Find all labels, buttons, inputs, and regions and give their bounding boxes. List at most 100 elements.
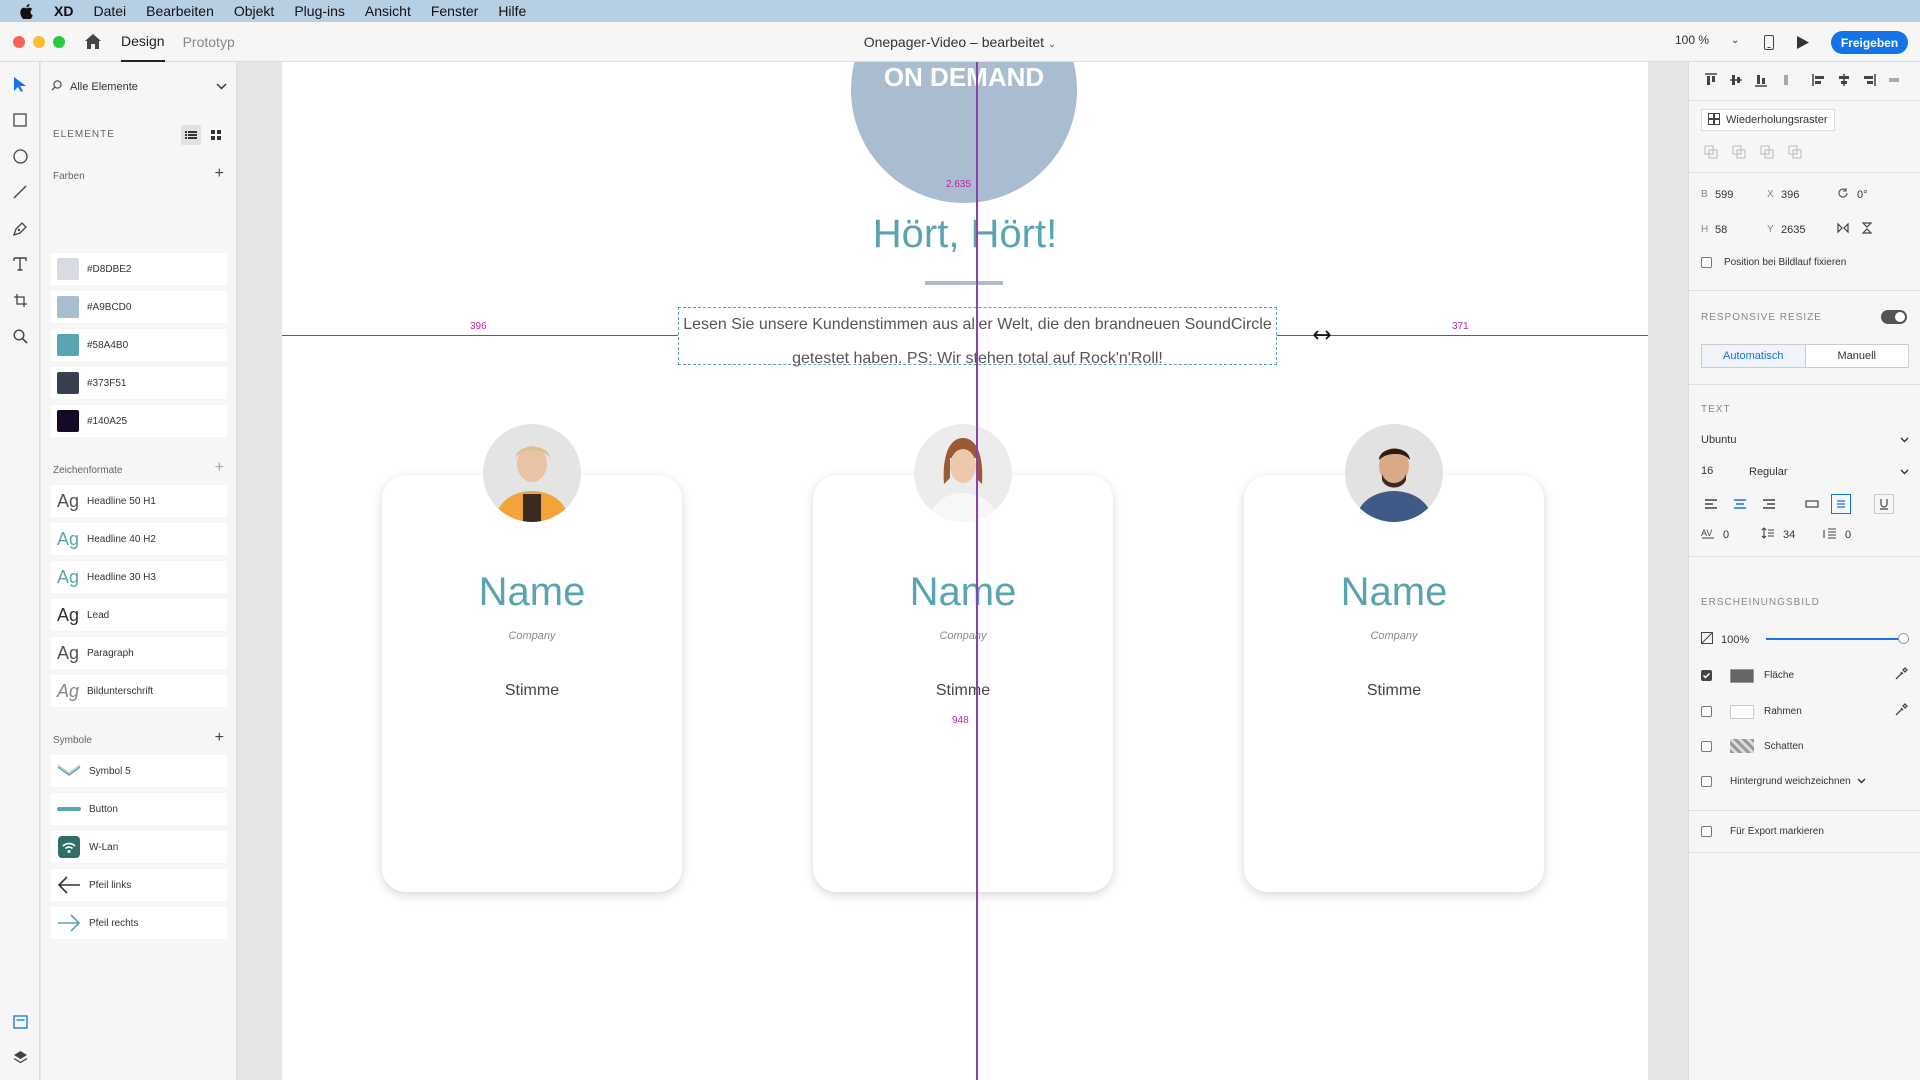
headline-divider[interactable] (925, 281, 1003, 285)
card-company[interactable]: Company (813, 630, 1113, 642)
assets-filter[interactable]: Alle Elemente (51, 75, 227, 99)
device-preview-icon[interactable] (1760, 33, 1778, 51)
opacity-slider-knob[interactable] (1898, 633, 1909, 644)
symbol-row[interactable]: Button (51, 793, 227, 825)
maximize-window-button[interactable] (53, 35, 65, 48)
manual-button[interactable]: Manuell (1806, 345, 1909, 367)
opacity-slider[interactable] (1766, 633, 1909, 644)
x-field[interactable]: 396 (1781, 189, 1837, 201)
opacity-field[interactable]: 100% (1721, 634, 1749, 646)
close-window-button[interactable] (13, 35, 25, 48)
card-quote[interactable]: Stimme (813, 682, 1113, 700)
paragraph-spacing-field[interactable]: 0 (1845, 529, 1851, 541)
avatar[interactable] (1345, 424, 1443, 522)
menu-hilfe[interactable]: Hilfe (498, 3, 526, 19)
underline-icon[interactable] (1874, 494, 1894, 514)
color-swatch-row[interactable]: #140A25 (51, 405, 227, 437)
symbol-row[interactable]: Pfeil rechts (51, 907, 227, 939)
text-tool-icon[interactable] (10, 254, 30, 274)
rectangle-tool-icon[interactable] (10, 110, 30, 130)
export-checkbox[interactable] (1701, 826, 1712, 837)
fix-position-checkbox[interactable] (1701, 257, 1712, 268)
document-title[interactable]: Onepager-Video – bearbeitet ⌄ (864, 34, 1057, 50)
auto-button[interactable]: Automatisch (1702, 345, 1806, 367)
menu-fenster[interactable]: Fenster (431, 3, 478, 19)
design-canvas[interactable]: ON DEMAND Hört, Hört! Lesen Sie unsere K… (237, 62, 1688, 1080)
ellipse-tool-icon[interactable] (10, 146, 30, 166)
avatar[interactable] (483, 424, 581, 522)
text-align-left-icon[interactable] (1701, 494, 1721, 514)
share-button[interactable]: Freigeben (1831, 31, 1908, 54)
play-icon[interactable] (1794, 33, 1812, 51)
font-family-select[interactable]: Ubuntu (1701, 430, 1909, 450)
border-checkbox[interactable] (1701, 706, 1712, 717)
distribute-horizontal-icon[interactable] (1884, 70, 1904, 90)
section-headline[interactable]: Hört, Hört! (282, 212, 1648, 257)
list-view-icon[interactable] (181, 125, 201, 145)
distribute-vertical-icon[interactable] (1776, 70, 1796, 90)
text-align-right-icon[interactable] (1759, 494, 1779, 514)
color-swatch-row[interactable]: #D8DBE2 (51, 253, 227, 285)
card-company[interactable]: Company (382, 630, 682, 642)
char-style-row[interactable]: Ag Headline 40 H2 (51, 523, 227, 555)
card-quote[interactable]: Stimme (1244, 682, 1544, 700)
color-swatch-row[interactable]: #373F51 (51, 367, 227, 399)
boolean-intersect-icon[interactable] (1757, 142, 1777, 162)
avatar[interactable] (914, 424, 1012, 522)
layers-panel-icon[interactable] (10, 1047, 30, 1067)
symbol-row[interactable]: Pfeil links (51, 869, 227, 901)
rotation-field[interactable]: 0° (1857, 189, 1868, 201)
char-style-row[interactable]: Ag Headline 50 H1 (51, 485, 227, 517)
auto-width-icon[interactable] (1802, 494, 1822, 514)
line-tool-icon[interactable] (10, 182, 30, 202)
shadow-checkbox[interactable] (1701, 740, 1712, 752)
eyedropper-icon[interactable] (1894, 703, 1908, 720)
shadow-swatch[interactable] (1730, 739, 1754, 753)
align-left-icon[interactable] (1809, 70, 1829, 90)
align-right-icon[interactable] (1859, 70, 1879, 90)
char-style-row[interactable]: Ag Paragraph (51, 637, 227, 669)
card-name[interactable]: Name (1244, 570, 1544, 615)
background-blur-checkbox[interactable] (1701, 775, 1712, 787)
line-spacing-field[interactable]: 34 (1783, 529, 1823, 541)
chevron-down-icon[interactable] (1857, 775, 1866, 787)
responsive-toggle[interactable] (1881, 310, 1907, 324)
height-field[interactable]: 58 (1715, 224, 1767, 236)
align-center-icon[interactable] (1834, 70, 1854, 90)
symbol-row[interactable]: Symbol 5 (51, 755, 227, 787)
align-middle-icon[interactable] (1726, 70, 1746, 90)
char-style-row[interactable]: Ag Headline 30 H3 (51, 561, 227, 593)
menu-bearbeiten[interactable]: Bearbeiten (146, 3, 214, 19)
color-swatch-row[interactable]: #A9BCD0 (51, 291, 227, 323)
artboard-tool-icon[interactable] (10, 290, 30, 310)
assets-panel-icon[interactable] (10, 1012, 30, 1032)
char-spacing-field[interactable]: 0 (1723, 529, 1761, 541)
symbol-row[interactable]: W-Lan (51, 831, 227, 863)
card-quote[interactable]: Stimme (382, 682, 682, 700)
fix-position-option[interactable]: Position bei Bildlauf fixieren (1701, 257, 1846, 268)
fill-checkbox[interactable] (1701, 670, 1712, 681)
font-weight-select[interactable]: Regular (1749, 462, 1909, 482)
menu-objekt[interactable]: Objekt (234, 3, 274, 19)
eyedropper-icon[interactable] (1894, 667, 1908, 684)
repeat-grid-button[interactable]: Wiederholungsraster (1701, 109, 1835, 131)
width-field[interactable]: 599 (1715, 189, 1767, 201)
zoom-tool-icon[interactable] (10, 326, 30, 346)
apple-icon[interactable] (20, 3, 34, 19)
grid-view-icon[interactable] (206, 125, 226, 145)
border-color-swatch[interactable] (1730, 704, 1754, 719)
flip-vertical-icon[interactable] (1861, 222, 1873, 237)
boolean-subtract-icon[interactable] (1729, 142, 1749, 162)
minimize-window-button[interactable] (33, 35, 45, 48)
text-align-center-icon[interactable] (1730, 494, 1750, 514)
home-icon[interactable] (83, 32, 103, 52)
tab-design[interactable]: Design (121, 22, 165, 62)
char-style-row[interactable]: Ag Lead (51, 599, 227, 631)
menu-datei[interactable]: Datei (93, 3, 126, 19)
pen-tool-icon[interactable] (10, 218, 30, 238)
y-field[interactable]: 2635 (1781, 224, 1837, 236)
boolean-add-icon[interactable] (1701, 142, 1721, 162)
zoom-select[interactable]: 100 % ⌄ (1675, 33, 1739, 47)
color-swatch-row[interactable]: #58A4B0 (51, 329, 227, 361)
char-style-row[interactable]: Ag Bildunterschrift (51, 675, 227, 707)
